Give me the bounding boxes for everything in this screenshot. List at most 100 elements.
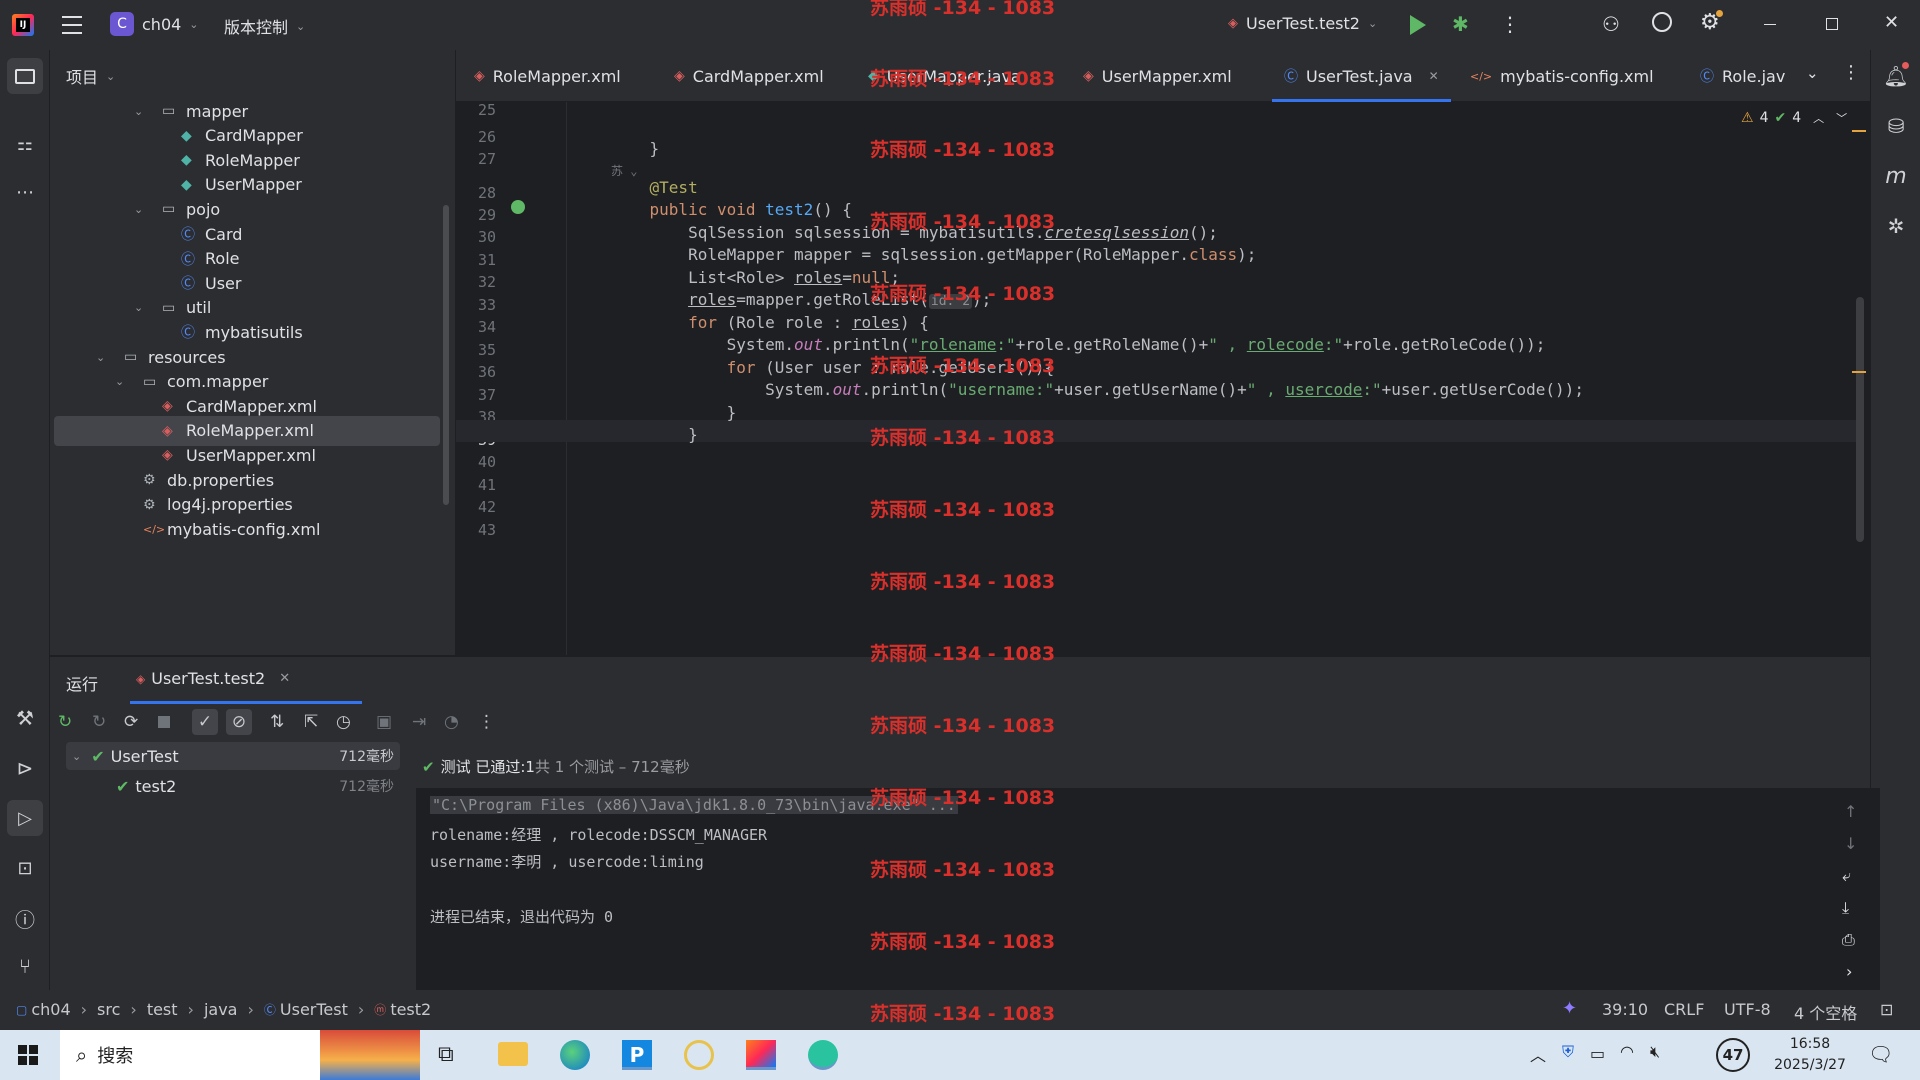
chevron-down-icon[interactable]: ⌄ — [115, 375, 124, 388]
defender-icon[interactable]: ⛨ — [1562, 1042, 1574, 1062]
app-logo-icon[interactable]: IJ — [12, 14, 34, 36]
notification-count-badge[interactable]: 47 — [1716, 1038, 1750, 1072]
run-icon[interactable] — [1410, 15, 1426, 35]
screenshot-icon[interactable]: ▣ — [376, 712, 392, 732]
app-yellow-icon[interactable] — [684, 1040, 714, 1070]
editor-tab[interactable]: Ⓒ Role.jav — [1700, 50, 1785, 102]
chevron-down-icon[interactable]: ⌄ — [134, 105, 143, 118]
stop-icon[interactable] — [158, 716, 170, 728]
app-p-icon[interactable]: P — [622, 1040, 652, 1070]
import-tests-icon[interactable]: ⇱ — [304, 712, 318, 732]
tab-overflow-icon[interactable]: ⌄ — [1806, 64, 1819, 82]
search-icon[interactable] — [1652, 12, 1672, 32]
project-panel-header[interactable]: 项目 ⌄ — [66, 64, 115, 88]
editor-tab[interactable]: ◈ RoleMapper.xml — [474, 50, 621, 102]
build-tool-icon[interactable]: ⚒ — [9, 702, 41, 734]
problems-tool-icon[interactable]: ⓘ — [9, 902, 41, 934]
chevron-up-icon[interactable]: ︿ — [1813, 110, 1824, 126]
show-passed-icon[interactable]: ✓ — [192, 709, 218, 735]
run-config-selector[interactable]: ◈ UserTest.test2 ⌄ — [1228, 14, 1377, 33]
project-tool-icon[interactable] — [7, 58, 43, 94]
code-editor[interactable]: 25262728293031323334353637383940414243 }… — [456, 102, 1870, 655]
breadcrumb-item[interactable]: ch04 — [31, 1000, 70, 1019]
close-button[interactable]: ✕ — [1884, 12, 1899, 33]
scroll-to-end-icon[interactable]: ⤓ — [1842, 898, 1849, 918]
chevron-down-icon[interactable]: ⌄ — [96, 351, 105, 364]
breadcrumb-item[interactable]: src — [97, 1000, 120, 1019]
debug-icon[interactable]: ✱ — [1452, 12, 1469, 36]
tree-item[interactable]: </> mybatis-config.xml — [54, 514, 440, 544]
editor-scrollbar[interactable] — [1856, 297, 1864, 542]
rerun-failed-icon[interactable]: ↻ — [92, 712, 106, 732]
tray-chevron-icon[interactable]: ︿ — [1530, 1042, 1546, 1066]
indent-setting[interactable]: 4 个空格 — [1794, 1000, 1857, 1024]
restore-button[interactable] — [1826, 18, 1838, 30]
history-icon[interactable]: ◷ — [336, 712, 351, 732]
close-icon[interactable]: ✕ — [1429, 69, 1439, 83]
edge-icon[interactable] — [560, 1040, 590, 1070]
print-icon[interactable]: ⎙ — [1842, 930, 1855, 950]
action-center-icon[interactable]: 🗨︎ — [1868, 1042, 1893, 1066]
caret-position[interactable]: 39:10 — [1602, 1000, 1648, 1019]
breadcrumb-item[interactable]: test — [147, 1000, 178, 1019]
close-icon[interactable]: ✕ — [279, 671, 290, 686]
maven-icon[interactable]: m — [1880, 160, 1912, 192]
network-icon[interactable]: ◠ — [1620, 1042, 1634, 1061]
intellij-taskbar-icon[interactable] — [746, 1040, 776, 1070]
ai-status-icon[interactable]: ✦ — [1562, 998, 1577, 1019]
vcs-menu[interactable]: 版本控制 ⌄ — [224, 14, 305, 38]
settings-icon[interactable]: ⚙ — [1700, 10, 1723, 35]
chevron-down-icon[interactable]: ⌄ — [134, 301, 143, 314]
test-row-method[interactable]: ✔ test2 712毫秒 — [66, 772, 400, 800]
git-tool-icon[interactable]: ⑂ — [9, 950, 41, 982]
console-scroll-down-icon[interactable]: ↓ — [1844, 834, 1857, 853]
more-icon[interactable]: ⋮ — [478, 712, 495, 732]
warning-marker[interactable] — [1852, 130, 1866, 132]
export-icon[interactable]: ⇥ — [412, 712, 426, 732]
database-icon[interactable]: ⛁ — [1880, 110, 1912, 142]
rerun-icon[interactable]: ↻ — [58, 712, 72, 732]
more-tools-icon[interactable]: ⋯ — [9, 176, 41, 208]
more-actions-icon[interactable]: ⋮ — [1500, 12, 1520, 36]
chevron-right-icon[interactable]: › — [1846, 962, 1852, 981]
breadcrumb-item[interactable]: UserTest — [280, 1000, 348, 1019]
warning-marker[interactable] — [1852, 371, 1866, 373]
clock[interactable]: 16:58 2025/3/27 — [1770, 1034, 1850, 1076]
line-separator[interactable]: CRLF — [1664, 1000, 1704, 1019]
main-menu-icon[interactable] — [62, 16, 82, 34]
terminal-tool-icon[interactable]: ⊡ — [9, 852, 41, 884]
editor-tab[interactable]: Ⓒ UserTest.java ✕ — [1272, 50, 1451, 102]
run-tab-title[interactable]: 运行 — [66, 671, 98, 695]
minimize-button[interactable] — [1764, 24, 1776, 25]
breadcrumb-item[interactable]: java — [204, 1000, 238, 1019]
chevron-down-icon[interactable]: ﹀ — [1836, 110, 1847, 126]
task-view-icon[interactable]: ⧉ — [438, 1042, 454, 1067]
test-row-class[interactable]: ⌄ ✔ UserTest 712毫秒 — [66, 742, 400, 770]
sort-icon[interactable]: ⇅ — [270, 712, 284, 732]
toggle-auto-test-icon[interactable]: ⟳ — [124, 712, 138, 732]
editor-tab[interactable]: ◈ UserMapper.xml — [1083, 50, 1232, 102]
add-user-icon[interactable]: ⚇ — [1602, 12, 1620, 36]
coverage-icon[interactable]: ◔ — [444, 712, 459, 732]
inspection-widget[interactable]: ⚠ 4 ✔ 4 ︿ ﹀ — [1741, 110, 1847, 126]
tab-more-icon[interactable]: ⋮ — [1842, 62, 1860, 83]
project-scrollbar[interactable] — [443, 205, 449, 505]
battery-icon[interactable]: ▭ — [1590, 1044, 1605, 1063]
chevron-down-icon[interactable]: ⌄ — [134, 203, 143, 216]
run-config-tab[interactable]: ◈ UserTest.test2 ✕ — [136, 669, 290, 688]
app-green-icon[interactable] — [808, 1040, 838, 1070]
structure-tool-icon[interactable]: ⚏ — [9, 128, 41, 160]
services-tool-icon[interactable]: ⊳ — [9, 752, 41, 784]
run-tool-icon[interactable]: ▷ — [7, 800, 43, 836]
lock-icon[interactable]: ⊡ — [1880, 1000, 1893, 1019]
project-switcher[interactable]: C ch04 ⌄ — [110, 12, 199, 36]
windows-start-icon[interactable] — [18, 1045, 38, 1065]
search-box[interactable]: ⌕ 搜索 — [60, 1030, 320, 1080]
notifications-icon[interactable]: 🔔︎ — [1880, 60, 1912, 92]
soft-wrap-icon[interactable]: ⤶ — [1842, 866, 1851, 886]
console-output[interactable] — [416, 788, 1880, 990]
breadcrumb-item[interactable]: test2 — [390, 1000, 431, 1019]
editor-tab[interactable]: </> mybatis-config.xml — [1470, 50, 1654, 102]
file-explorer-icon[interactable] — [498, 1042, 528, 1066]
file-encoding[interactable]: UTF-8 — [1724, 1000, 1771, 1019]
